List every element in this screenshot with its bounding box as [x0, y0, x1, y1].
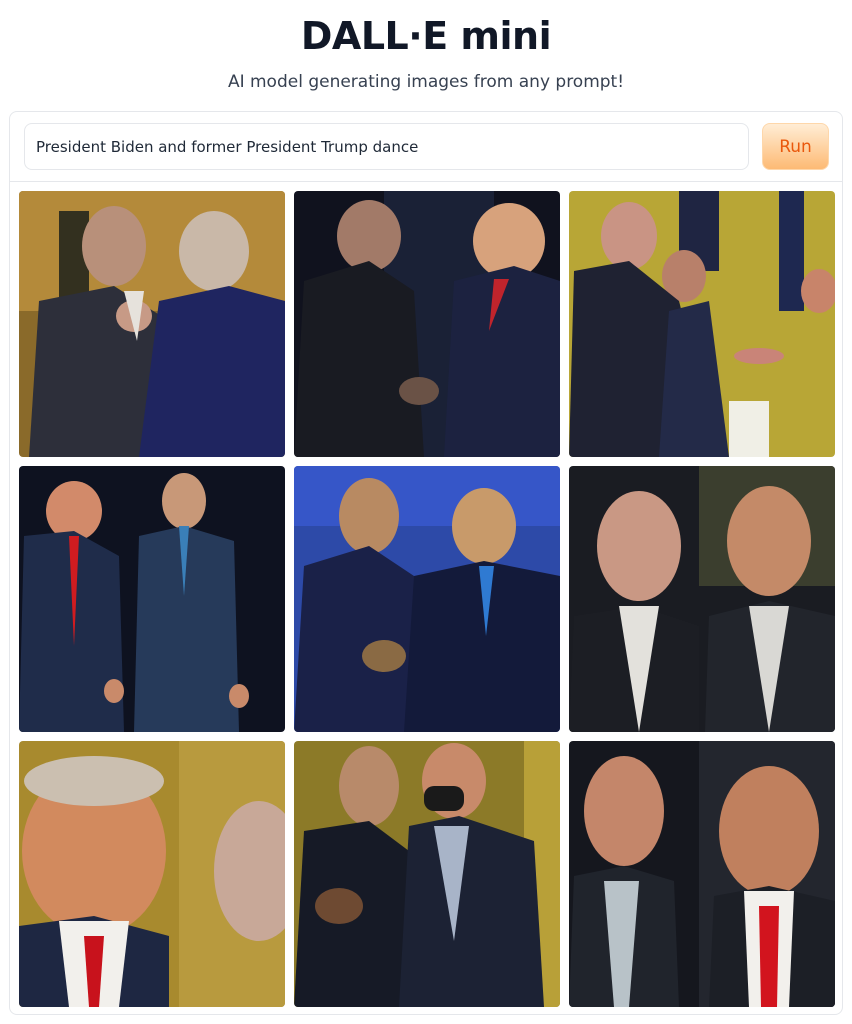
generated-image[interactable] [569, 191, 835, 457]
generated-image[interactable] [569, 741, 835, 1007]
generated-image[interactable] [19, 191, 285, 457]
page-subtitle: AI model generating images from any prom… [227, 72, 625, 92]
generator-panel: Run [9, 111, 843, 1015]
page-title: DALL·E mini [300, 14, 552, 58]
generated-image[interactable] [294, 741, 560, 1007]
prompt-input[interactable] [24, 123, 749, 170]
generated-image[interactable] [294, 191, 560, 457]
prompt-row: Run [10, 112, 842, 182]
generated-image[interactable] [19, 466, 285, 732]
results-grid [19, 191, 835, 1007]
generated-image[interactable] [294, 466, 560, 732]
generated-image[interactable] [569, 466, 835, 732]
run-button[interactable]: Run [762, 123, 829, 170]
generated-image[interactable] [19, 741, 285, 1007]
